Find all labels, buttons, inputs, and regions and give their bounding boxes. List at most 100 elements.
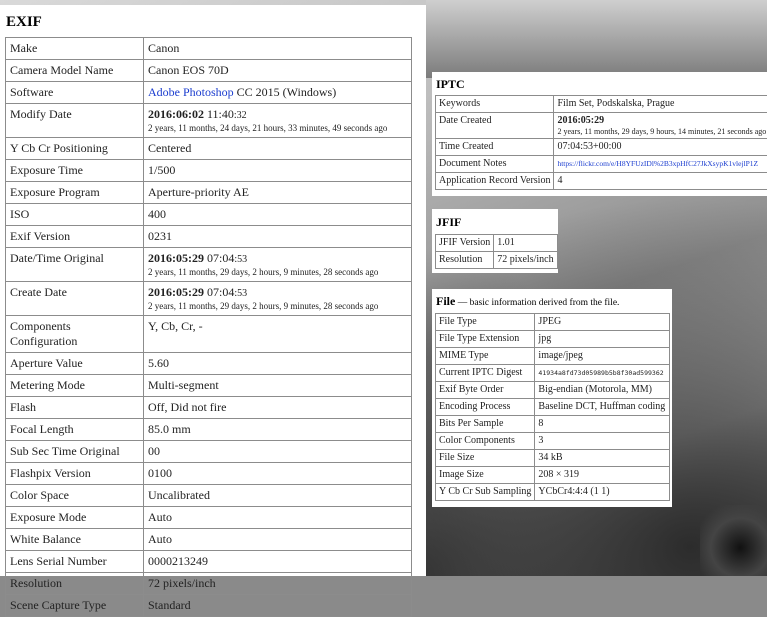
file-row: File TypeJPEG — [436, 314, 670, 331]
exif-row: Modify Date2016:06:02 11:40:322 years, 1… — [6, 104, 412, 138]
exif-value-text: Canon EOS 70D — [148, 63, 229, 77]
exif-value: 2016:06:02 11:40:322 years, 11 months, 2… — [144, 104, 412, 138]
exif-row: Software Adobe Photoshop CC 2015 (Windows… — [6, 82, 412, 104]
timestamp-relative: 2 years, 11 months, 29 days, 2 hours, 9 … — [148, 301, 407, 312]
exif-value-text: Canon — [148, 41, 179, 55]
file-value-text: 41934a8fd73d05989b5b8f30ad599362 — [538, 369, 663, 377]
file-value-text: YCbCr4:4:4 (1 1) — [538, 486, 609, 497]
software-version: CC 2015 (Windows) — [234, 85, 337, 99]
exif-label: Make — [6, 38, 144, 60]
exif-heading: EXIF — [6, 14, 42, 31]
exif-label: Sub Sec Time Original — [6, 441, 144, 463]
iptc-label: Document Notes — [436, 156, 554, 173]
timestamp-date: 2016:05:29 — [148, 251, 204, 265]
exif-row: Date/Time Original2016:05:29 07:04:532 y… — [6, 248, 412, 282]
exif-value: Canon — [144, 38, 412, 60]
exif-row: Lens Serial Number0000213249 — [6, 551, 412, 573]
exif-value-text: Off, Did not fire — [148, 400, 226, 414]
exif-value-text: Multi-segment — [148, 378, 219, 392]
iptc-row: KeywordsFilm Set, Podskalska, Prague — [436, 96, 767, 113]
jfif-value: 1.01 — [494, 235, 557, 252]
timestamp-seconds: :53 — [234, 288, 247, 299]
exif-row: Sub Sec Time Original00 — [6, 441, 412, 463]
exif-value-text: Aperture-priority AE — [148, 185, 249, 199]
file-label: MIME Type — [436, 348, 535, 365]
exif-label: Aperture Value — [6, 353, 144, 375]
exif-value-text: 1/500 — [148, 163, 175, 177]
document-notes-link[interactable]: https://flickr.com/e/H8YFUzIDl%2B3xpHfC2… — [557, 159, 758, 168]
exif-row: Flashpix Version0100 — [6, 463, 412, 485]
exif-value: Y, Cb, Cr, - — [144, 316, 412, 353]
exif-label: Date/Time Original — [6, 248, 144, 282]
file-row: Current IPTC Digest41934a8fd73d05989b5b8… — [436, 365, 670, 382]
file-value: 34 kB — [535, 450, 670, 467]
exif-label: Software — [6, 82, 144, 104]
file-row: File Size34 kB — [436, 450, 670, 467]
software-link[interactable]: Adobe Photoshop — [148, 85, 234, 99]
jfif-table: JFIF Version1.01Resolution72 pixels/inch — [435, 234, 558, 269]
exif-value: Uncalibrated — [144, 485, 412, 507]
exif-value-text: 400 — [148, 207, 166, 221]
exif-value: 2016:05:29 07:04:532 years, 11 months, 2… — [144, 248, 412, 282]
exif-row: Exif Version0231 — [6, 226, 412, 248]
iptc-label: Date Created — [436, 113, 554, 139]
exif-value-text: Uncalibrated — [148, 488, 210, 502]
exif-label: Camera Model Name — [6, 60, 144, 82]
exif-label: Flashpix Version — [6, 463, 144, 485]
file-title: File — [436, 294, 455, 308]
jfif-value: 72 pixels/inch — [494, 252, 557, 269]
file-value-text: Big-endian (Motorola, MM) — [538, 384, 652, 395]
file-heading: File — basic information derived from th… — [436, 294, 619, 309]
exif-row: Aperture Value 5.60 — [6, 353, 412, 375]
exif-label: Exposure Mode — [6, 507, 144, 529]
file-row: Encoding ProcessBaseline DCT, Huffman co… — [436, 399, 670, 416]
jfif-panel: JFIF JFIF Version1.01Resolution72 pixels… — [432, 209, 558, 273]
exif-label: Exposure Program — [6, 182, 144, 204]
background-photo-detail — [700, 505, 767, 576]
exif-row: Scene Capture TypeStandard — [6, 595, 412, 617]
exif-value: 0100 — [144, 463, 412, 485]
exif-value: Standard — [144, 595, 412, 617]
iptc-value-text: 07:04:53+00:00 — [557, 141, 621, 152]
exif-value: 0000213249 — [144, 551, 412, 573]
file-label: Current IPTC Digest — [436, 365, 535, 382]
timestamp-time: 11:40:32 — [204, 107, 247, 121]
iptc-row: Application Record Version4 — [436, 173, 767, 190]
exif-label: Y Cb Cr Positioning — [6, 138, 144, 160]
exif-value-text: Auto — [148, 532, 172, 546]
timestamp-date: 2016:05:29 — [148, 285, 204, 299]
iptc-value: https://flickr.com/e/H8YFUzIDl%2B3xpHfC2… — [554, 156, 767, 173]
file-label: Bits Per Sample — [436, 416, 535, 433]
exif-value: Multi-segment — [144, 375, 412, 397]
file-value: 208 × 319 — [535, 467, 670, 484]
exif-row: Components ConfigurationY, Cb, Cr, - — [6, 316, 412, 353]
file-value-text: 208 × 319 — [538, 469, 579, 480]
iptc-value: 4 — [554, 173, 767, 190]
exif-label: White Balance — [6, 529, 144, 551]
exif-value-text: Y, Cb, Cr, - — [148, 319, 203, 333]
iptc-row: Date Created2016:05:292 years, 11 months… — [436, 113, 767, 139]
iptc-label: Time Created — [436, 139, 554, 156]
file-value: jpg — [535, 331, 670, 348]
exif-label: Flash — [6, 397, 144, 419]
exif-value: Off, Did not fire — [144, 397, 412, 419]
file-value: image/jpeg — [535, 348, 670, 365]
exif-value-text: 5.60 — [148, 356, 169, 370]
file-value: Baseline DCT, Huffman coding — [535, 399, 670, 416]
timestamp-time: 07:04:53 — [204, 285, 247, 299]
exif-row: ISO 400 — [6, 204, 412, 226]
file-row: Y Cb Cr Sub SamplingYCbCr4:4:4 (1 1) — [436, 484, 670, 501]
exif-row: Flash Off, Did not fire — [6, 397, 412, 419]
iptc-value-text: Film Set, Podskalska, Prague — [557, 98, 674, 109]
iptc-heading: IPTC — [436, 77, 465, 92]
exif-value-text: Auto — [148, 510, 172, 524]
file-label: File Type Extension — [436, 331, 535, 348]
file-table: File TypeJPEGFile Type ExtensionjpgMIME … — [435, 313, 670, 501]
file-row: File Type Extensionjpg — [436, 331, 670, 348]
exif-table: Make Canon Camera Model Name Canon EOS 70D S… — [5, 37, 412, 617]
exif-label: Lens Serial Number — [6, 551, 144, 573]
exif-label: ISO — [6, 204, 144, 226]
file-value-text: Baseline DCT, Huffman coding — [538, 401, 665, 412]
exif-label: Modify Date — [6, 104, 144, 138]
exif-label: Exif Version — [6, 226, 144, 248]
